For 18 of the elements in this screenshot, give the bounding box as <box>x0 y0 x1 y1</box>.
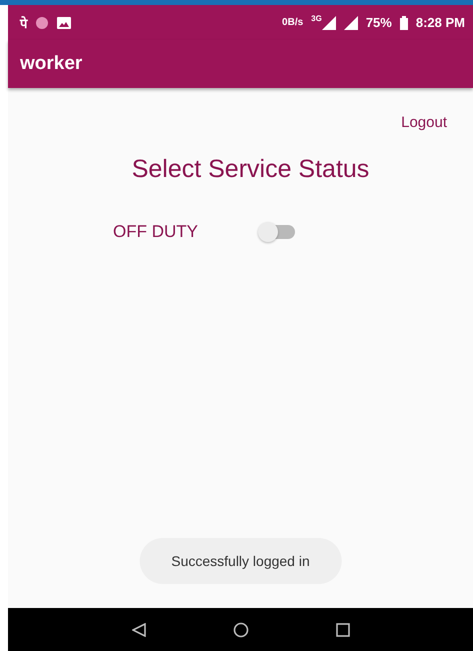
clock: 8:28 PM <box>416 15 465 30</box>
signal-icon <box>344 16 358 30</box>
duty-label: OFF DUTY <box>113 222 198 242</box>
battery-icon <box>400 16 408 30</box>
back-icon[interactable] <box>132 622 146 636</box>
signal-icon <box>322 16 336 30</box>
image-icon <box>57 16 71 28</box>
battery-percent: 75% <box>366 15 392 30</box>
recents-icon[interactable] <box>336 622 350 636</box>
app-notification-letter: पे <box>20 14 27 32</box>
network-speed: 0B/s <box>282 17 304 28</box>
logout-link[interactable]: Logout <box>401 114 447 131</box>
app-title: worker <box>20 53 82 75</box>
network-type: 3G <box>311 14 322 23</box>
toast-message: Successfully logged in <box>139 538 342 584</box>
circle-icon <box>35 16 49 30</box>
heading: Select Service Status <box>132 155 370 184</box>
home-icon[interactable] <box>232 622 248 638</box>
